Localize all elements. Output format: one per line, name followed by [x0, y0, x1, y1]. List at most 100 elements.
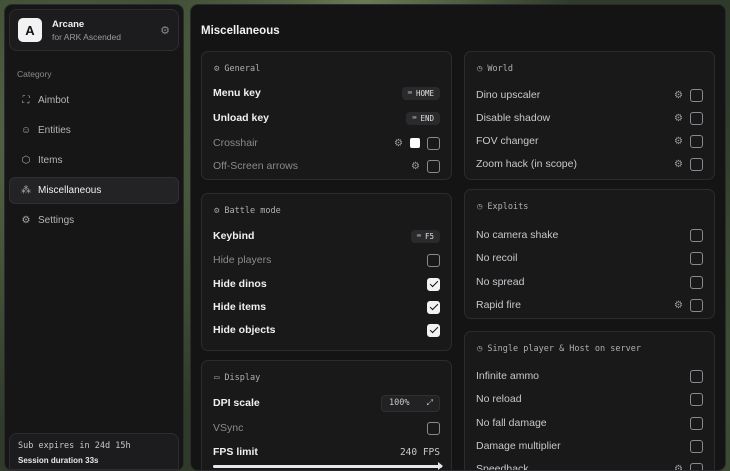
row-label: No recoil [476, 252, 518, 264]
display-panel: ▭ Display DPI scale 100% ⤢ VSync FPS lim… [201, 360, 452, 470]
rapid-fire-checkbox[interactable] [690, 298, 703, 312]
vsync-checkbox[interactable] [427, 421, 440, 435]
gear-icon[interactable]: ⚙ [674, 90, 683, 101]
settings-icon: ⚙ [214, 64, 220, 74]
offscreen-arrows-checkbox[interactable] [427, 159, 440, 173]
panel-header: ◷ Exploits [477, 202, 528, 212]
sidebar: A Arcane for ARK Ascended ⚙ Category ⛶ A… [4, 4, 184, 471]
menu-key-row: Menu key ⌨ HOME [213, 85, 440, 101]
no-reload-checkbox[interactable] [690, 392, 703, 406]
gear-icon[interactable]: ⚙ [394, 138, 403, 149]
hide-dinos-row: Hide dinos [213, 276, 440, 292]
grid-icon: ⁂ [21, 185, 31, 196]
row-label: No reload [476, 393, 522, 405]
crosshair-checkbox[interactable] [427, 136, 440, 150]
row-label: Hide items [213, 301, 267, 313]
row-label: FPS limit [213, 446, 258, 458]
keybind-button[interactable]: ⌨ F5 [410, 229, 440, 243]
panel-title: Single player & Host on server [487, 344, 641, 354]
gear-icon[interactable]: ⚙ [674, 136, 683, 147]
panel-header: ◷ Single player & Host on server [477, 344, 641, 354]
disable-shadow-checkbox[interactable] [690, 111, 703, 125]
color-swatch[interactable] [410, 138, 420, 148]
sidebar-item-items[interactable]: ⬡ Items [9, 147, 179, 174]
gear-icon[interactable]: ⚙ [674, 300, 683, 311]
row-label: Rapid fire [476, 299, 521, 311]
no-spread-row: No spread [476, 274, 703, 290]
row-label: Speedhack [476, 463, 529, 471]
slider-handle[interactable] [438, 462, 443, 470]
clock-icon: ◷ [477, 202, 483, 212]
panel-title: Exploits [487, 202, 529, 212]
keyboard-icon: ⌨ [407, 89, 412, 97]
general-panel: ⚙ General Menu key ⌨ HOME Unload key ⌨ E… [201, 51, 452, 180]
fov-changer-checkbox[interactable] [690, 134, 703, 148]
settings-icon: ⚙ [214, 206, 220, 216]
row-label: Menu key [213, 87, 261, 99]
hide-objects-checkbox[interactable] [427, 323, 440, 337]
sidebar-item-label: Aimbot [38, 95, 70, 106]
hide-items-checkbox[interactable] [427, 300, 440, 314]
row-label: No spread [476, 276, 525, 288]
gear-icon[interactable]: ⚙ [674, 159, 683, 170]
clock-icon: ◷ [477, 344, 483, 354]
menu-key-button[interactable]: ⌨ HOME [401, 86, 440, 100]
panel-header: ▭ Display [214, 373, 260, 383]
hide-players-checkbox[interactable] [427, 253, 440, 267]
unload-key-button[interactable]: ⌨ END [406, 111, 440, 125]
gear-icon[interactable]: ⚙ [160, 24, 170, 37]
dino-upscaler-checkbox[interactable] [690, 88, 703, 102]
panel-header: ⚙ Battle mode [214, 206, 281, 216]
panel-title: General [224, 64, 261, 74]
no-recoil-checkbox[interactable] [690, 251, 703, 265]
key-value: END [420, 113, 434, 123]
row-label: Off-Screen arrows [213, 160, 298, 172]
speedhack-checkbox[interactable] [690, 462, 703, 470]
subscription-expiry: Sub expires in 24d 15h [18, 441, 131, 451]
category-label: Category [17, 69, 52, 79]
monitor-icon: ▭ [214, 373, 220, 383]
row-label: Hide players [213, 254, 272, 266]
fps-limit-slider[interactable] [213, 462, 443, 470]
sidebar-item-settings[interactable]: ⚙ Settings [9, 207, 179, 234]
row-label: DPI scale [213, 397, 260, 409]
brand-card: A Arcane for ARK Ascended ⚙ [9, 9, 179, 51]
speedhack-row: Speedhack ⚙ [476, 461, 703, 471]
infinite-ammo-row: Infinite ammo [476, 368, 703, 384]
gear-icon[interactable]: ⚙ [674, 464, 683, 471]
damage-multiplier-row: Damage multiplier [476, 438, 703, 454]
hide-items-row: Hide items [213, 299, 440, 315]
row-label: Dino upscaler [476, 89, 541, 101]
disable-shadow-row: Disable shadow ⚙ [476, 110, 703, 126]
page-title: Miscellaneous [201, 25, 280, 37]
main-content: Miscellaneous ⚙ General Menu key ⌨ HOME … [190, 4, 726, 471]
no-camera-shake-checkbox[interactable] [690, 228, 703, 242]
key-value: F5 [424, 231, 434, 241]
vsync-row: VSync [213, 420, 440, 436]
sidebar-item-entities[interactable]: ☺ Entities [9, 117, 179, 144]
no-spread-checkbox[interactable] [690, 275, 703, 289]
sidebar-item-miscellaneous[interactable]: ⁂ Miscellaneous [9, 177, 179, 204]
damage-multiplier-checkbox[interactable] [690, 439, 703, 453]
fps-value: 240 FPS [399, 446, 440, 458]
infinite-ammo-checkbox[interactable] [690, 369, 703, 383]
no-recoil-row: No recoil [476, 250, 703, 266]
row-label: FOV changer [476, 135, 539, 147]
fov-changer-row: FOV changer ⚙ [476, 133, 703, 149]
box-icon: ⬡ [21, 155, 31, 166]
hide-players-row: Hide players [213, 252, 440, 268]
gear-icon[interactable]: ⚙ [674, 113, 683, 124]
zoom-hack-checkbox[interactable] [690, 157, 703, 171]
hide-dinos-checkbox[interactable] [427, 277, 440, 291]
gear-icon[interactable]: ⚙ [411, 161, 420, 172]
key-value: HOME [415, 88, 434, 98]
sidebar-item-aimbot[interactable]: ⛶ Aimbot [9, 87, 179, 114]
hide-objects-row: Hide objects [213, 322, 440, 338]
dino-upscaler-row: Dino upscaler ⚙ [476, 87, 703, 103]
slider-fill [213, 465, 442, 468]
dpi-scale-input[interactable]: 100% ⤢ [381, 394, 440, 412]
sidebar-item-label: Settings [38, 215, 75, 226]
no-fall-damage-checkbox[interactable] [690, 416, 703, 430]
dpi-value: 100% [389, 398, 410, 408]
fps-limit-row: FPS limit 240 FPS [213, 444, 440, 460]
